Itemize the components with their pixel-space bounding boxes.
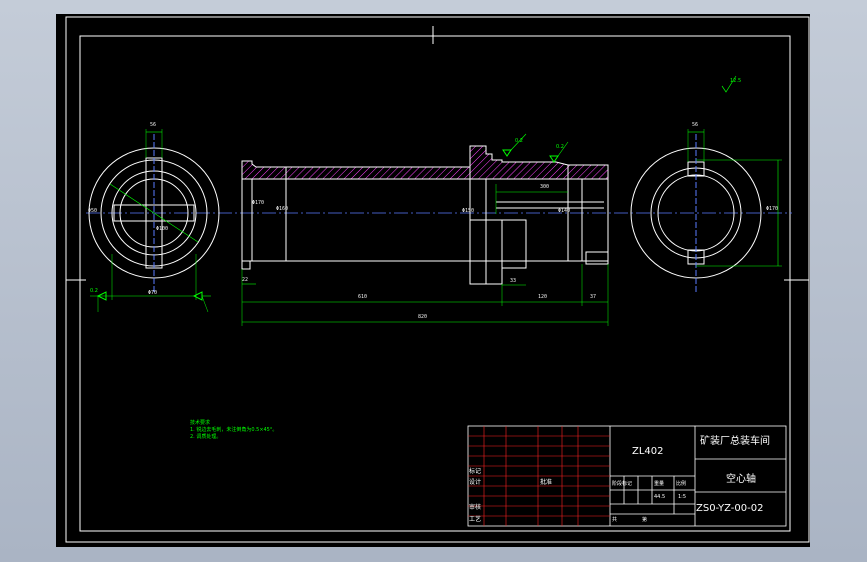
label-design: 设计 (469, 479, 482, 486)
left-end-view (88, 129, 220, 313)
dim-main-dia2: Φ160 (276, 206, 289, 212)
label-approve: 批准 (540, 479, 553, 486)
model-number: ZL402 (632, 446, 664, 457)
part-name: 空心轴 (726, 474, 756, 485)
label-review: 审核 (469, 504, 482, 511)
main-section-view (241, 133, 609, 326)
tol-1: 0.2 (515, 138, 523, 144)
dim-main-top: 300 (540, 184, 550, 190)
dim-main-dia1: Φ170 (252, 200, 265, 206)
title-block-grid (468, 426, 610, 526)
company-name: 矿装厂总装车间 (700, 436, 770, 447)
drawing-number: ZS0-YZ-00-02 (696, 503, 764, 514)
dim-main-len3: 33 (510, 278, 517, 284)
label-scale: 比例 (676, 481, 687, 487)
dim-right-side: Φ170 (766, 206, 779, 212)
dim-right-top: 56 (692, 122, 699, 128)
dim-main-dia3: Φ150 (462, 208, 475, 214)
label-mark: 标记 (469, 468, 482, 475)
roughness-value: 12.5 (730, 78, 742, 84)
dim-main-len5: 22 (242, 277, 249, 283)
label-of: 第 (642, 517, 648, 523)
tol-2: 0.2 (556, 144, 564, 150)
tol-left: 0.2 (90, 288, 98, 294)
inner-frame (79, 35, 791, 532)
dim-left-bore: Φ100 (156, 226, 169, 232)
dim-left-bottom: Φ70 (148, 290, 158, 296)
technical-notes: 技术要求 1. 锐边去毛刺，未注倒角为0.5×45°。 2. 调质处理。 (190, 420, 277, 441)
weight-value: 44.5 (654, 494, 666, 500)
dim-main-dia4: Φ140 (558, 208, 571, 214)
label-sheet: 共 (612, 517, 618, 523)
drawing-sheet: 56 Φ50 Φ100 Φ70 0.2 300 Φ170 Φ160 Φ150 Φ… (56, 14, 810, 547)
dim-main-len2: 120 (538, 294, 548, 300)
dim-left-side: Φ50 (88, 208, 98, 214)
notes-line-2: 2. 调质处理。 (190, 434, 222, 440)
dim-main-total: 820 (418, 314, 428, 320)
dim-left-top: 56 (150, 122, 157, 128)
right-end-view (630, 129, 782, 292)
dim-main-len4: 37 (590, 294, 597, 300)
outer-frame (65, 16, 810, 543)
cad-drawing (65, 16, 810, 543)
scale-value: 1:5 (678, 494, 687, 500)
notes-line-1: 1. 锐边去毛刺，未注倒角为0.5×45°。 (190, 427, 278, 433)
label-weight: 重量 (654, 481, 665, 487)
label-craft: 工艺 (469, 516, 482, 523)
label-stage: 阶段标记 (612, 481, 633, 487)
notes-title: 技术要求 (190, 420, 211, 426)
dim-main-len1: 610 (358, 294, 368, 300)
